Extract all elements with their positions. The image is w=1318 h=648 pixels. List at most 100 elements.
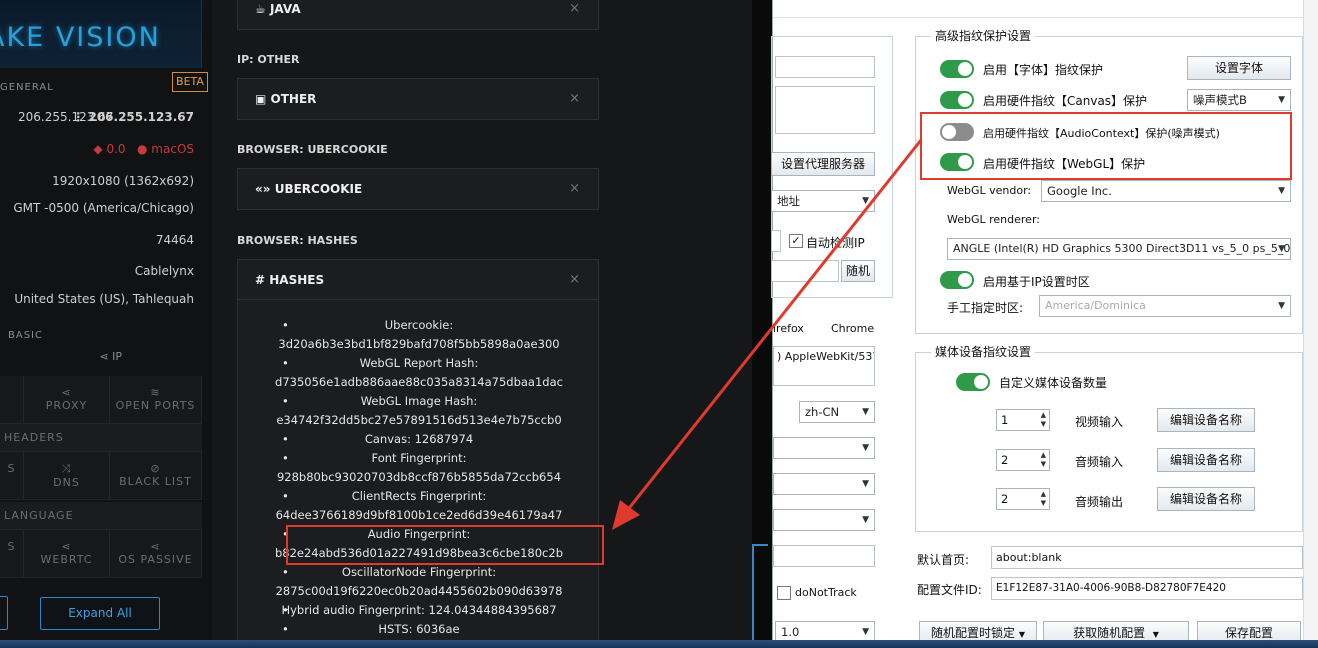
close-icon[interactable]: × — [569, 169, 580, 209]
combo-blank-1[interactable]: ▼ — [773, 437, 875, 459]
chevron-down-icon: ▼ — [1278, 186, 1285, 196]
browser-os-row: ◆ 0.0 ● macOS — [93, 142, 194, 156]
hash-list: Ubercookie:3d20a6b3e3bd1bf829bafd708f5bb… — [238, 316, 600, 639]
card-ubercookie[interactable]: «» UBERCOOKIE × — [237, 168, 599, 210]
donottrack-checkbox[interactable] — [777, 586, 791, 600]
combo-blank-2[interactable]: ▼ — [773, 473, 875, 495]
chevron-down-icon: ▼ — [862, 443, 869, 453]
set-font-button[interactable]: 设置字体 — [1187, 56, 1291, 80]
tab-dns[interactable]: ⤨ DNS — [24, 452, 110, 500]
video-input-label: 视频输入 — [1075, 415, 1124, 429]
window-scroll-edge[interactable] — [1303, 0, 1318, 648]
share-icon: ⋖ — [61, 540, 72, 553]
edit-audio-input-button[interactable]: 编辑设备名称 — [1157, 448, 1255, 472]
vivaldi-icon: ◆ — [93, 142, 103, 156]
advanced-group-title: 高级指纹保护设置 — [931, 27, 1036, 44]
tab-open-ports-label: OPEN PORTS — [115, 399, 196, 412]
auto-detect-checkbox[interactable]: ✓ — [789, 234, 803, 248]
audio-input-count[interactable]: 2 ▲ ▼ — [996, 449, 1050, 471]
card-other-title: OTHER — [270, 92, 317, 106]
browser-version: 0.0 — [106, 142, 126, 156]
video-input-count[interactable]: 1 ▲ ▼ — [996, 409, 1050, 431]
band-headers[interactable]: HEADERS — [0, 424, 202, 452]
ip-input[interactable] — [771, 260, 839, 282]
config-id-input[interactable]: E1F12E87-31A0-4006-90B8-D82780F7E420 — [991, 577, 1303, 600]
card-java[interactable]: ☕ JAVA × — [237, 0, 599, 30]
hash-item-hsts: HSTS: 6036ae — [238, 620, 600, 639]
screen: AKE VISION GENERAL BETA 206.255.123.67 ⋮… — [0, 0, 1318, 648]
tab-firefox[interactable]: irefox — [773, 322, 804, 335]
share-icon: ⋖ — [150, 540, 161, 553]
ip-timezone-toggle[interactable] — [940, 271, 974, 289]
collapse-all-button[interactable] — [0, 596, 8, 630]
hash-item-webgl-report: WebGL Report Hash:d735056e1adb886aae88c0… — [238, 354, 600, 392]
chevron-down-icon: ▼ — [1152, 630, 1159, 639]
tab-black-list[interactable]: ⊘ BLACK LIST — [110, 452, 202, 500]
edit-audio-output-button[interactable]: 编辑设备名称 — [1157, 487, 1255, 511]
font-protect-toggle[interactable] — [940, 60, 974, 78]
zip-code: 74464 — [155, 233, 194, 247]
hash-icon: # — [255, 273, 266, 287]
shuffle-icon: ⤨ — [61, 462, 72, 475]
chevron-down-icon: ▼ — [1278, 244, 1285, 254]
language-combo[interactable]: zh-CN ▼ — [799, 401, 875, 423]
share-icon: ⋖ — [61, 386, 72, 399]
proxy-input-stub[interactable] — [771, 230, 781, 252]
label-ip-other: IP: OTHER — [237, 53, 300, 66]
input-blank[interactable] — [773, 545, 875, 567]
tab-open-ports[interactable]: ≋ OPEN PORTS — [110, 376, 202, 424]
section-general: GENERAL — [0, 82, 54, 93]
label-hashes: BROWSER: HASHES — [237, 234, 358, 247]
hash-item-ubercookie: Ubercookie:3d20a6b3e3bd1bf829bafd708f5bb… — [238, 316, 600, 354]
manual-timezone-combo[interactable]: America/Dominica ▼ — [1039, 295, 1291, 317]
expand-all-button[interactable]: Expand All — [40, 597, 160, 630]
close-icon[interactable]: × — [569, 79, 580, 119]
code-icon: «» — [255, 182, 271, 196]
apple-icon: ● — [136, 142, 148, 156]
auto-detect-label: 自动检测IP — [806, 236, 865, 250]
card-hashes: # HASHES × Ubercookie:3d20a6b3e3bd1bf829… — [237, 259, 599, 648]
section-basic: BASIC — [8, 330, 43, 341]
set-proxy-button[interactable]: 设置代理服务器 — [771, 152, 875, 176]
spinner-arrows-icon[interactable]: ▲ ▼ — [1041, 490, 1046, 508]
hash-item-clientrects: ClientRects Fingerprint:64dee3766189d9bf… — [238, 487, 600, 525]
proxy-textarea[interactable] — [775, 86, 875, 134]
ip-public: ⋮ 206.255.123.67 — [72, 110, 194, 124]
media-custom-toggle[interactable] — [956, 373, 990, 391]
canvas-mode-combo[interactable]: 噪声模式B ▼ — [1187, 89, 1291, 111]
share-icon: ⋖ — [99, 350, 109, 363]
homepage-input[interactable]: about:blank — [991, 546, 1303, 569]
spinner-arrows-icon[interactable]: ▲ ▼ — [1041, 411, 1046, 429]
tab-chrome[interactable]: Chrome — [831, 322, 874, 335]
chevron-down-icon: ▼ — [1278, 301, 1285, 311]
spinner-arrows-icon[interactable]: ▲ ▼ — [1041, 451, 1046, 469]
tab-os-passive[interactable]: ⋖ OS PASSIVE — [110, 530, 202, 578]
grid-cell-stub-1[interactable] — [0, 376, 24, 424]
combo-blank-3[interactable]: ▼ — [773, 509, 875, 531]
taskbar[interactable] — [0, 640, 1318, 648]
canvas-protect-toggle[interactable] — [940, 91, 974, 109]
audio-output-count[interactable]: 2 ▲ ▼ — [996, 488, 1050, 510]
screen-resolution: 1920x1080 (1362x692) — [52, 174, 194, 188]
grid-cell-stub-2[interactable]: S — [0, 452, 24, 500]
user-agent-field[interactable]: ) AppleWebKit/537. — [773, 346, 875, 386]
logo: AKE VISION — [0, 0, 202, 68]
hash-item-hybrid-audio: Hybrid audio Fingerprint: 124.0434488439… — [238, 601, 600, 620]
tab-os-passive-label: OS PASSIVE — [118, 553, 193, 566]
close-icon[interactable]: × — [569, 0, 580, 29]
close-icon[interactable]: × — [569, 260, 580, 300]
band-language[interactable]: LANGUAGE — [0, 502, 202, 530]
card-other[interactable]: ▣ OTHER × — [237, 78, 599, 120]
webgl-renderer-combo[interactable]: ANGLE (Intel(R) HD Graphics 5300 Direct3… — [947, 238, 1291, 260]
edit-video-input-button[interactable]: 编辑设备名称 — [1157, 408, 1255, 432]
briefcase-icon: ▣ — [255, 92, 267, 106]
grid-cell-stub-3[interactable]: S — [0, 530, 24, 578]
tab-proxy[interactable]: ⋖ PROXY — [24, 376, 110, 424]
random-button[interactable]: 随机 — [841, 260, 875, 282]
ip-tab[interactable]: ⋖ IP — [99, 350, 122, 363]
address-combo[interactable]: 地址 ▼ — [771, 190, 875, 212]
window-edge-marker — [752, 544, 768, 648]
tab-webrtc[interactable]: ⋖ WEBRTC — [24, 530, 110, 578]
proxy-input-1[interactable] — [775, 56, 875, 78]
webgl-vendor-combo[interactable]: Google Inc. ▼ — [1041, 180, 1291, 202]
